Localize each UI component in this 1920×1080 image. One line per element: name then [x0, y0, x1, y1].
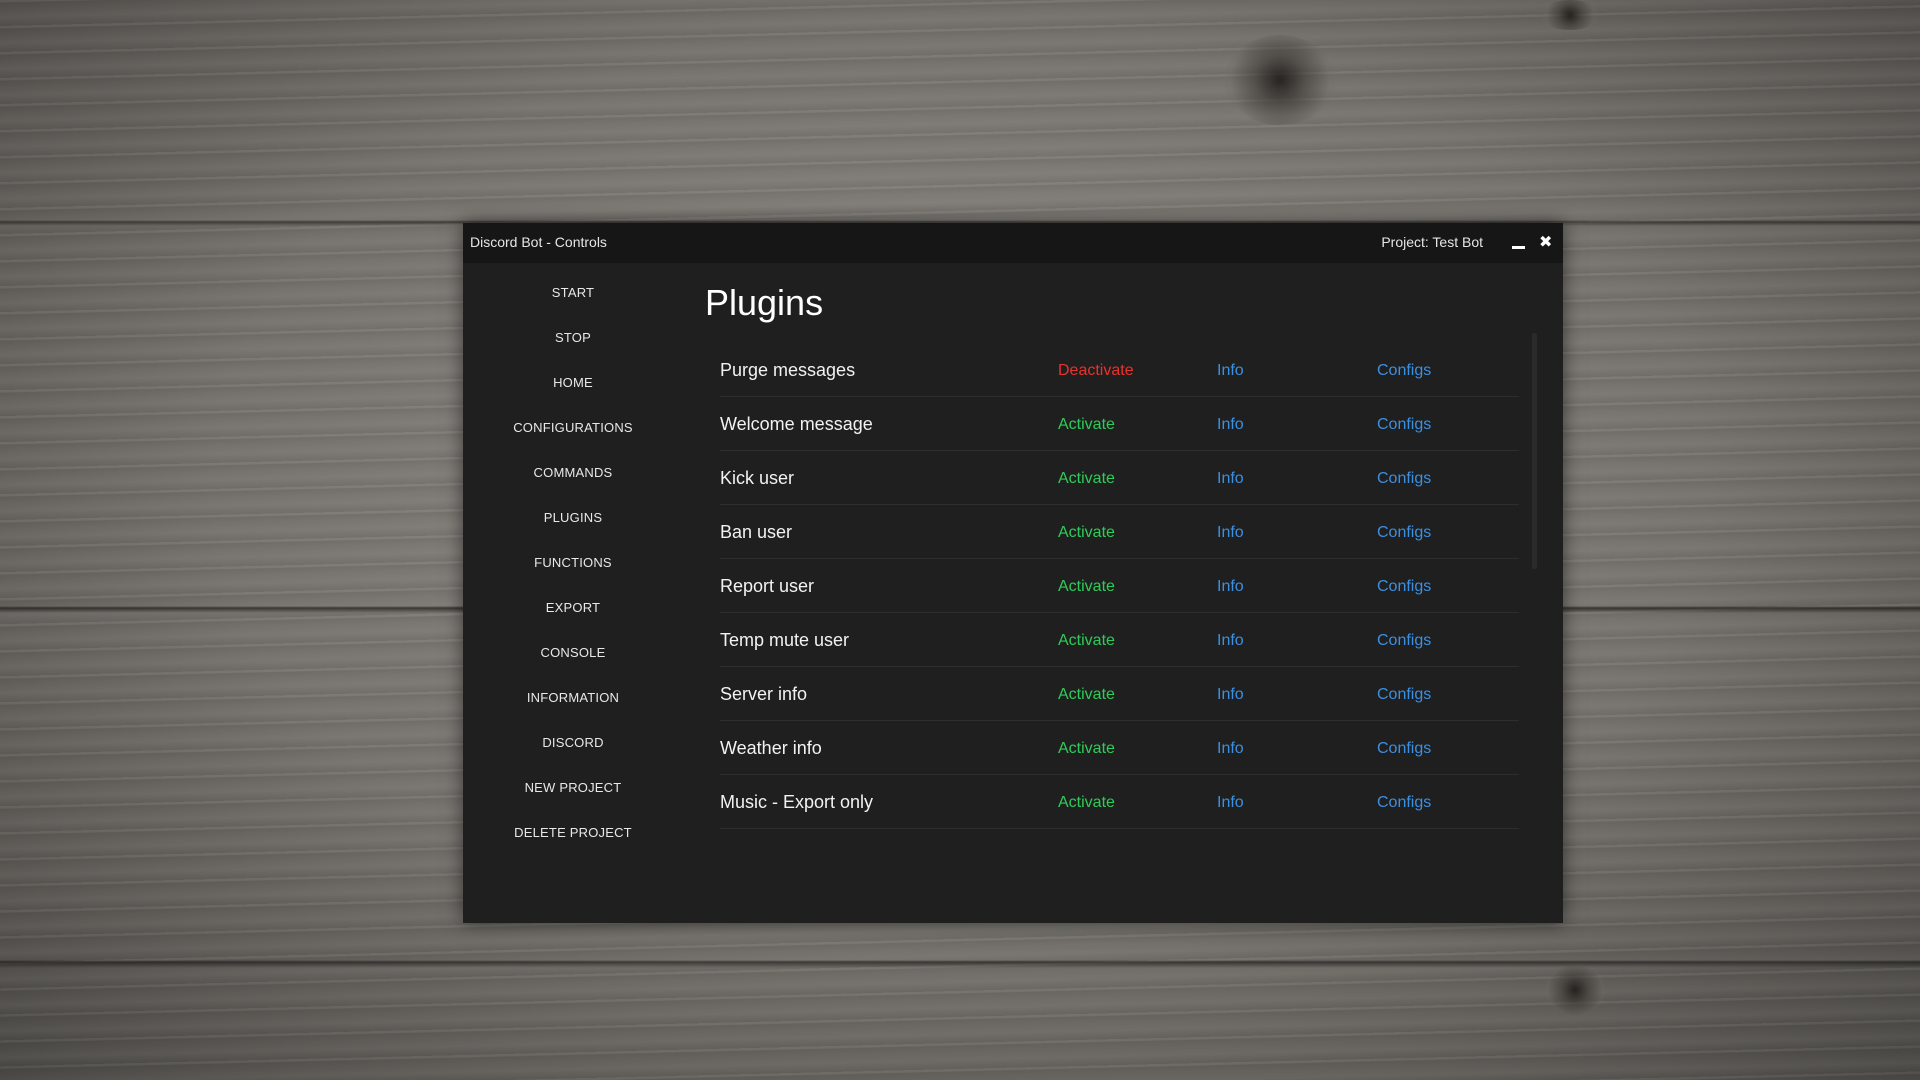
info-link[interactable]: Info — [1217, 578, 1244, 596]
plugin-row: Kick user Activate Info Configs — [720, 451, 1519, 505]
sidebar-item-console[interactable]: CONSOLE — [463, 645, 683, 660]
configs-link[interactable]: Configs — [1377, 578, 1431, 596]
sidebar-item-home[interactable]: HOME — [463, 375, 683, 390]
plugin-row: Music - Export only Activate Info Configs — [720, 775, 1519, 829]
plugin-name: Weather info — [720, 738, 822, 758]
sidebar-item-new-project[interactable]: NEW PROJECT — [463, 780, 683, 795]
title-bar[interactable]: Discord Bot - Controls Project: Test Bot… — [463, 223, 1563, 263]
activate-button[interactable]: Activate — [1058, 470, 1115, 488]
activate-button[interactable]: Activate — [1058, 578, 1115, 596]
scrollbar-thumb[interactable] — [1532, 333, 1537, 569]
activate-button[interactable]: Activate — [1058, 794, 1115, 812]
page-title: Plugins — [705, 282, 824, 323]
plugin-name: Kick user — [720, 468, 795, 488]
configs-link[interactable]: Configs — [1377, 362, 1431, 380]
app-window: Discord Bot - Controls Project: Test Bot… — [463, 223, 1563, 923]
sidebar-item-commands[interactable]: COMMANDS — [463, 465, 683, 480]
plugin-name: Welcome message — [720, 414, 873, 434]
configs-link[interactable]: Configs — [1377, 632, 1431, 650]
plugin-row: Temp mute user Activate Info Configs — [720, 613, 1519, 667]
wood-knot — [1540, 0, 1600, 30]
minimize-icon — [1512, 246, 1525, 249]
close-button[interactable]: ✖ — [1535, 231, 1557, 253]
plugins-panel: Plugins Purge messages Deactivate Info Conf… — [683, 263, 1563, 923]
sidebar-item-stop[interactable]: STOP — [463, 330, 683, 345]
plugin-row: Purge messages Deactivate Info Configs — [720, 343, 1519, 397]
wood-knot — [1225, 35, 1335, 125]
plugin-row: Welcome message Activate Info Configs — [720, 397, 1519, 451]
sidebar-item-functions[interactable]: FUNCTIONS — [463, 555, 683, 570]
plugin-list: Purge messages Deactivate Info Configs Welco… — [720, 343, 1519, 829]
sidebar-item-configurations[interactable]: CONFIGURATIONS — [463, 420, 683, 435]
plugin-name: Ban user — [720, 522, 793, 542]
plugin-row: Weather info Activate Info Configs — [720, 721, 1519, 775]
plugin-name: Report user — [720, 576, 815, 596]
info-link[interactable]: Info — [1217, 794, 1244, 812]
plugin-row: Ban user Activate Info Configs — [720, 505, 1519, 559]
plugin-row: Server info Activate Info Configs — [720, 667, 1519, 721]
close-icon: ✖ — [1539, 232, 1553, 251]
window-title: Discord Bot - Controls — [470, 234, 607, 250]
plugin-name: Purge messages — [720, 360, 856, 380]
configs-link[interactable]: Configs — [1377, 524, 1431, 542]
sidebar-item-discord[interactable]: DISCORD — [463, 735, 683, 750]
wood-knot — [1545, 965, 1605, 1015]
info-link[interactable]: Info — [1217, 524, 1244, 542]
configs-link[interactable]: Configs — [1377, 416, 1431, 434]
minimize-button[interactable] — [1507, 231, 1529, 253]
configs-link[interactable]: Configs — [1377, 686, 1431, 704]
plugin-name: Music - Export only — [720, 792, 874, 812]
deactivate-button[interactable]: Deactivate — [1058, 362, 1134, 380]
configs-link[interactable]: Configs — [1377, 470, 1431, 488]
sidebar-item-information[interactable]: INFORMATION — [463, 690, 683, 705]
plugin-row: Report user Activate Info Configs — [720, 559, 1519, 613]
activate-button[interactable]: Activate — [1058, 524, 1115, 542]
activate-button[interactable]: Activate — [1058, 740, 1115, 758]
sidebar-item-export[interactable]: EXPORT — [463, 600, 683, 615]
sidebar-item-plugins[interactable]: PLUGINS — [463, 510, 683, 525]
project-label: Project: Test Bot — [1381, 234, 1483, 250]
sidebar-item-delete-project[interactable]: DELETE PROJECT — [463, 825, 683, 840]
info-link[interactable]: Info — [1217, 740, 1244, 758]
info-link[interactable]: Info — [1217, 470, 1244, 488]
activate-button[interactable]: Activate — [1058, 632, 1115, 650]
plugin-name: Server info — [720, 684, 808, 704]
info-link[interactable]: Info — [1217, 632, 1244, 650]
configs-link[interactable]: Configs — [1377, 794, 1431, 812]
activate-button[interactable]: Activate — [1058, 416, 1115, 434]
plugin-name: Temp mute user — [720, 630, 850, 650]
info-link[interactable]: Info — [1217, 416, 1244, 434]
info-link[interactable]: Info — [1217, 686, 1244, 704]
configs-link[interactable]: Configs — [1377, 740, 1431, 758]
sidebar-nav: START STOP HOME CONFIGURATIONS COMMANDS … — [463, 263, 683, 923]
sidebar-item-start[interactable]: START — [463, 285, 683, 300]
activate-button[interactable]: Activate — [1058, 686, 1115, 704]
info-link[interactable]: Info — [1217, 362, 1244, 380]
